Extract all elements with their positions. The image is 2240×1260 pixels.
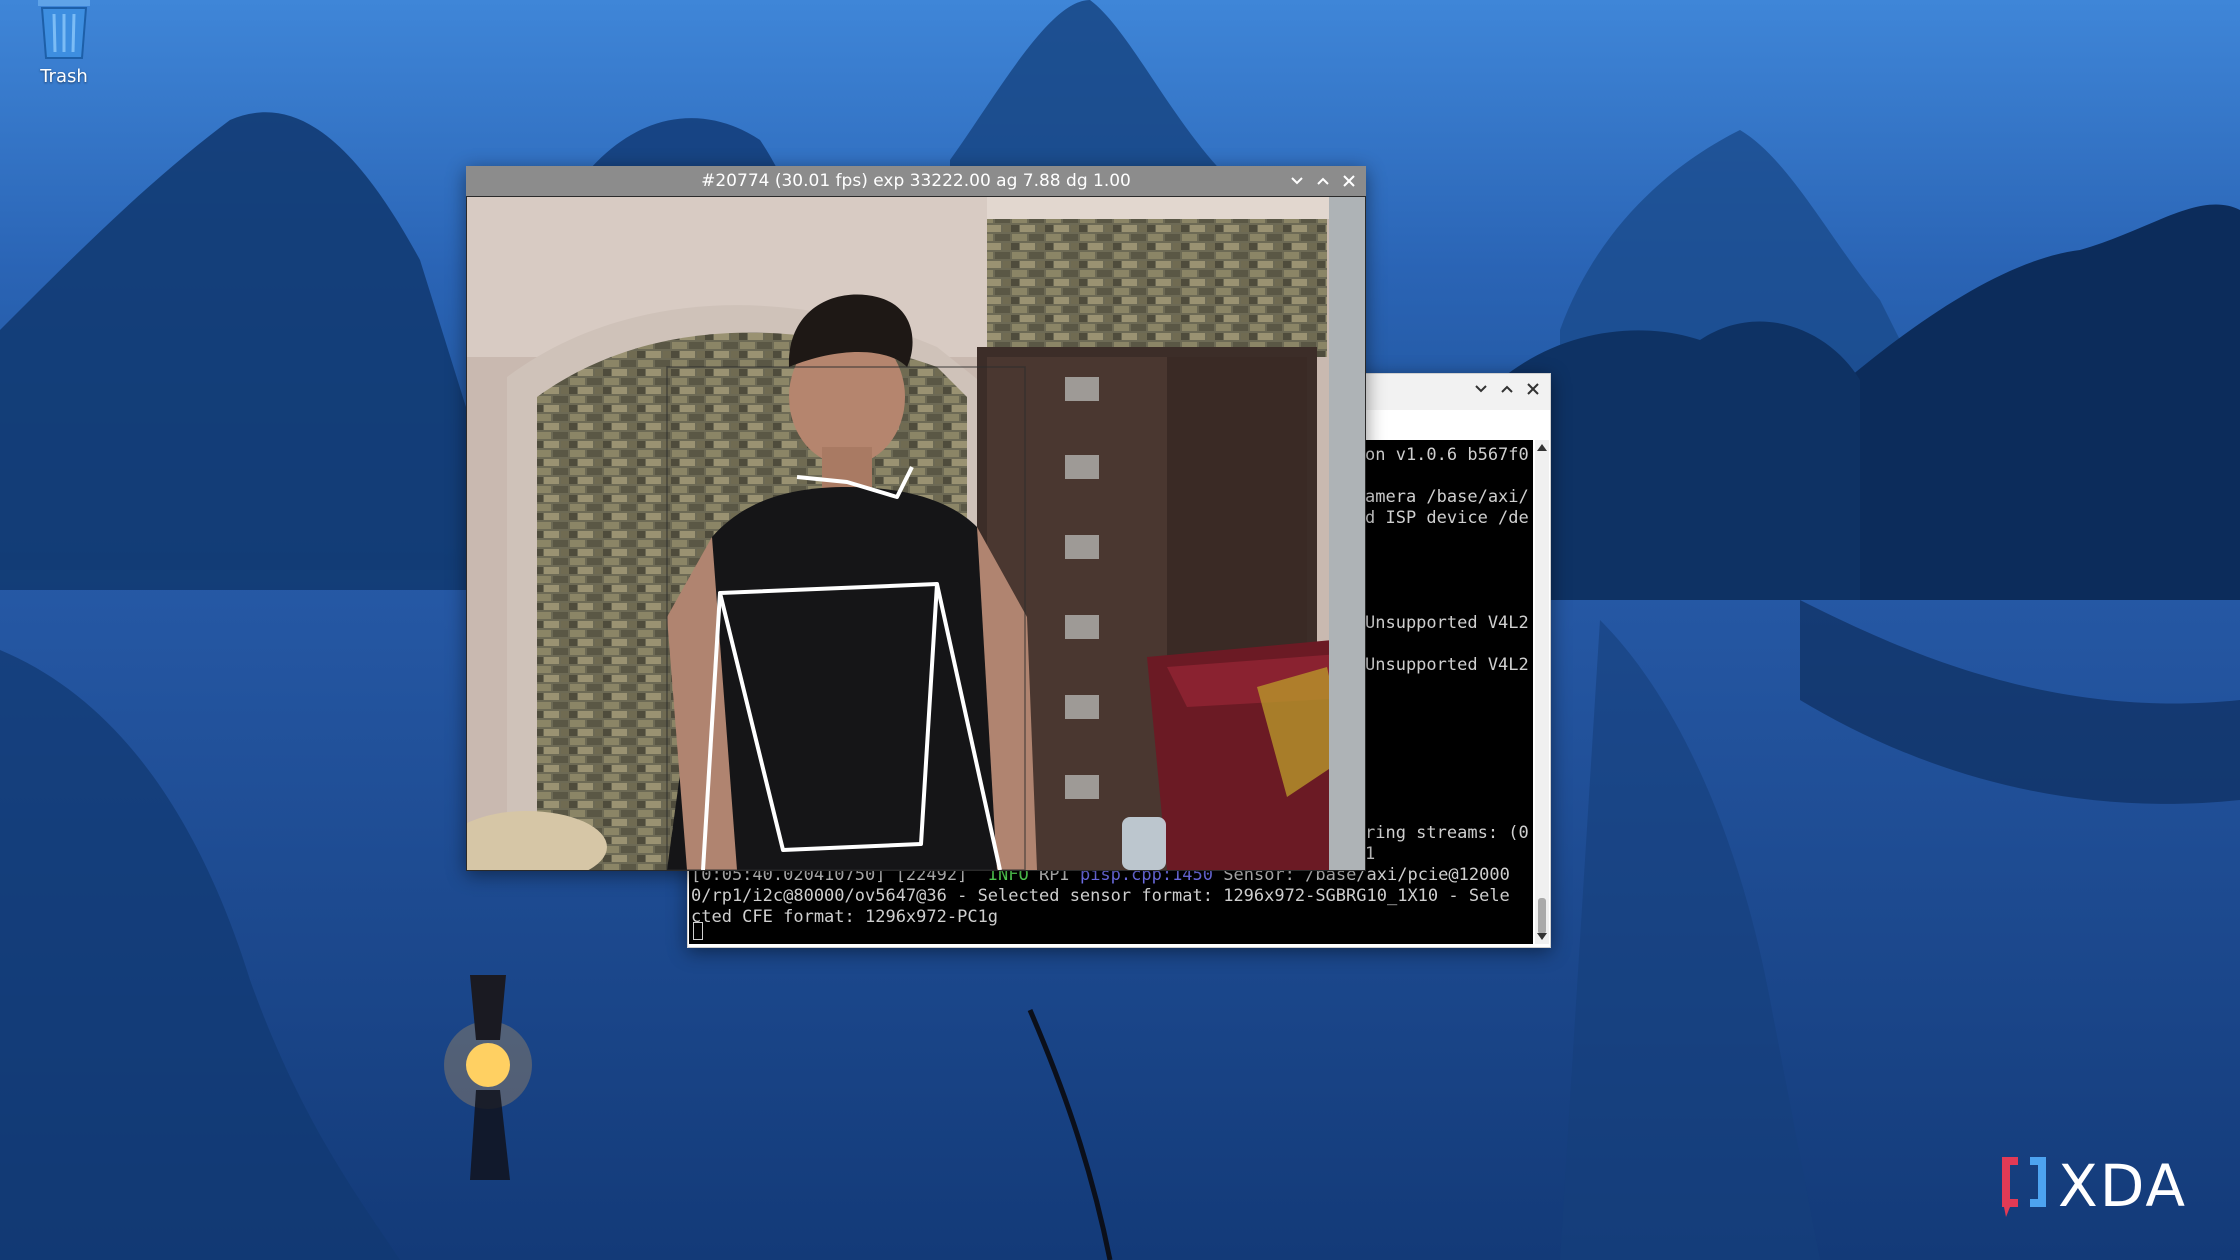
camera-scene [467,197,1365,870]
maximize-icon[interactable] [1496,378,1518,400]
terminal-line: cted CFE format: 1296x972-PC1g [691,907,999,927]
minimize-icon[interactable] [1286,170,1308,192]
window-title: #20774 (30.01 fps) exp 33222.00 ag 7.88 … [701,171,1131,191]
terminal-line: ring streams: (0 [1365,823,1529,843]
scroll-down-icon[interactable] [1537,933,1547,940]
scroll-thumb[interactable] [1538,898,1546,934]
close-icon[interactable] [1522,378,1544,400]
terminal-line: 0/rp1/i2c@80000/ov5647@36 - Selected sen… [691,886,1510,906]
desktop-icon-label: Trash [40,66,88,87]
desktop-icon-trash[interactable]: Trash [18,0,110,87]
terminal-line: amera /base/axi/ [1365,487,1529,507]
terminal-line: Unsupported V4L2 [1365,613,1529,633]
camera-feed [467,197,1365,870]
camera-titlebar[interactable]: #20774 (30.01 fps) exp 33222.00 ag 7.88 … [466,166,1366,196]
xda-watermark: XDA [1996,1152,2187,1220]
terminal-cursor [693,922,703,940]
trash-icon [38,0,90,59]
minimize-icon[interactable] [1470,378,1492,400]
terminal-line: 1 [1365,844,1376,864]
terminal-line: Unsupported V4L2 [1365,655,1529,675]
xda-logo-text: XDA [2058,1152,2188,1220]
camera-preview-window[interactable]: #20774 (30.01 fps) exp 33222.00 ag 7.88 … [466,166,1366,871]
scroll-up-icon[interactable] [1537,444,1547,451]
maximize-icon[interactable] [1312,170,1334,192]
xda-logo-icon [2002,1157,2046,1217]
close-icon[interactable] [1338,170,1360,192]
terminal-line: on v1.0.6 b567f0 [1365,445,1529,465]
terminal-scrollbar[interactable] [1535,440,1549,944]
terminal-line: d ISP device /de [1365,508,1529,528]
